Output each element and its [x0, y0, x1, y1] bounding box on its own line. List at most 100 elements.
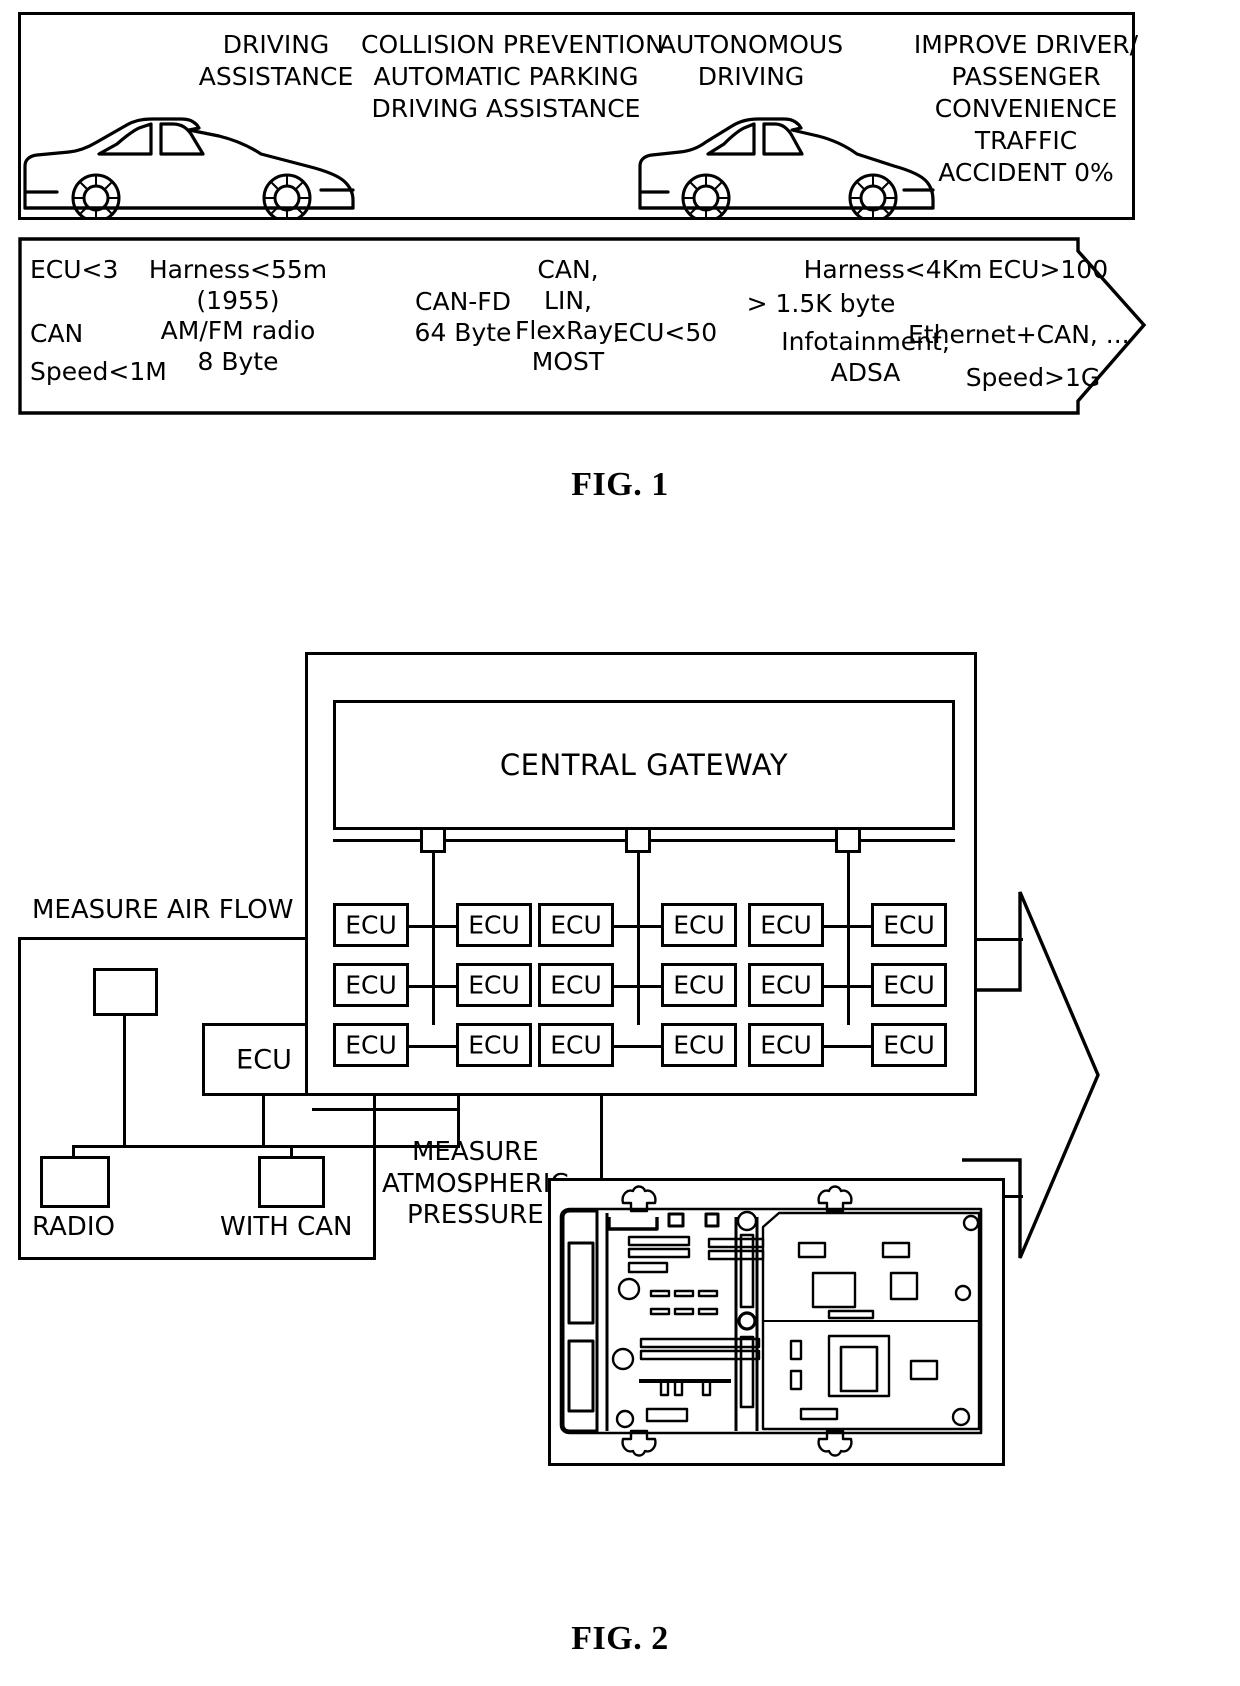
fig1-column-driving-assistance: DRIVING ASSISTANCE: [171, 29, 381, 93]
radio-label: RADIO: [32, 1212, 115, 1242]
ecu-label: ECU: [550, 970, 602, 1000]
fig1-caption: FIG. 1: [571, 466, 669, 503]
ecu-label: ECU: [345, 910, 397, 940]
fig2-diagram: MEASURE AIR FLOW ECU RADIO WITH CAN MEAS…: [0, 600, 1240, 1600]
ecu-label: ECU: [345, 1030, 397, 1060]
central-gateway-box: CENTRAL GATEWAY: [333, 700, 955, 830]
wire-atm-drop: [457, 1096, 460, 1146]
gateway-node-2: [625, 827, 651, 853]
arrow-era1-speed-l1: Speed<1M: [30, 357, 167, 386]
fig1-col2-line3: DRIVING ASSISTANCE: [371, 94, 641, 123]
fig1-col4-line3: CONVENIENCE: [934, 94, 1118, 123]
measure-atmospheric-pressure-label: MEASURE ATMOSPHERIC PRESSURE: [382, 1137, 569, 1232]
ecu-label: ECU: [345, 970, 397, 1000]
ecu-label: ECU: [760, 1030, 812, 1060]
arrow-era1-harness: Harness<55m (1955) AM/FM radio 8 Byte: [148, 255, 328, 377]
wire-bus-to-radio: [72, 1145, 75, 1158]
fig1-col4-line5: ACCIDENT 0%: [938, 158, 1114, 187]
arrow-era3-info-l2: ADSA: [830, 357, 901, 387]
arrow-era2-buses-l2: LIN,: [544, 285, 592, 315]
arrow-era2-ecu-l1: ECU<50: [612, 318, 718, 347]
with-can-label: WITH CAN: [220, 1212, 353, 1242]
wire-gateway-to-arrow: [977, 938, 1023, 941]
ecu-label: ECU: [550, 910, 602, 940]
arrow-era1-can: CAN: [30, 319, 83, 350]
node-drop-1: [432, 853, 435, 1025]
with-can-box: [258, 1156, 325, 1208]
ecu-label: ECU: [673, 910, 725, 940]
wire-ecu-to-bus: [262, 1093, 265, 1148]
ecu-r2-c3: ECU: [538, 963, 614, 1007]
ecu-r2-c2: ECU: [456, 963, 532, 1007]
ecu-r2-c1: ECU: [333, 963, 409, 1007]
ecu-r3-c1: ECU: [333, 1023, 409, 1067]
ecu-label: ECU: [760, 910, 812, 940]
arrow-era1-can-l1: CAN: [30, 319, 84, 348]
atm-line-2: ATMOSPHERIC: [382, 1168, 569, 1199]
ecu-r3-c3: ECU: [538, 1023, 614, 1067]
wire-gateway-to-pcb: [600, 1096, 603, 1178]
node-drop-2: [637, 853, 640, 1025]
ecu-r2-c4: ECU: [661, 963, 737, 1007]
ecu-r1-c3: ECU: [538, 903, 614, 947]
ecu-label: ECU: [468, 910, 520, 940]
wire-ecu-right: [312, 1108, 460, 1111]
arrow-era4-ecu: ECU>100: [973, 255, 1123, 286]
arrow-era4-speed-l1: Speed>1G: [965, 363, 1101, 392]
ecu-label: ECU: [673, 970, 725, 1000]
ecu-label: ECU: [883, 970, 935, 1000]
fig1-column-improve-driver: IMPROVE DRIVER/ PASSENGER CONVENIENCE TR…: [911, 29, 1141, 189]
ecu-r1-c5: ECU: [748, 903, 824, 947]
wire-pcb-to-arrow: [1005, 1195, 1023, 1198]
ecu-label: ECU: [468, 970, 520, 1000]
arrow-era1-ecu: ECU<3: [30, 255, 118, 286]
ecu-r3-c4: ECU: [661, 1023, 737, 1067]
arrow-era3-harness: Harness<4Km: [788, 255, 998, 286]
ecu-r3-c2: ECU: [456, 1023, 532, 1067]
ecu-label: ECU: [550, 1030, 602, 1060]
node-drop-3: [847, 853, 850, 1025]
wire-sensor-to-bus: [123, 1016, 126, 1148]
fig1-col2-line1: COLLISION PREVENTION: [361, 30, 664, 59]
arrow-era2-buses: CAN, LIN, FlexRay, MOST: [503, 255, 633, 377]
fig1-col3-line2: DRIVING: [697, 62, 805, 91]
arrow-era1-harness-l3: AM/FM radio: [160, 316, 316, 345]
arrow-era1-harness-l4: 8 Byte: [197, 346, 279, 376]
sedan-silhouette-left-icon: [23, 117, 355, 220]
atm-line-3: PRESSURE: [406, 1200, 544, 1231]
ecu-r1-c2: ECU: [456, 903, 532, 947]
arrow-era4-network: Ethernet+CAN, ...: [908, 320, 1130, 351]
ecu-label: ECU: [883, 910, 935, 940]
ecu-r3-c5: ECU: [748, 1023, 824, 1067]
ecu-label: ECU: [883, 1030, 935, 1060]
arrow-era3-payload-l1: > 1.5K byte: [746, 289, 896, 318]
ecu-circuit-board-photo: [548, 1178, 1005, 1466]
arrow-era3-harness-l1: Harness<4Km: [803, 255, 983, 284]
arrow-era1-ecu-l1: ECU<3: [30, 255, 119, 284]
arrow-era1-harness-l2: (1955): [196, 285, 280, 315]
arrow-era2-buses-l1: CAN,: [537, 255, 599, 284]
fig1-col4-line4: TRAFFIC: [974, 126, 1078, 155]
fig1-column-autonomous-driving: AUTONOMOUS DRIVING: [641, 29, 861, 93]
arrow-era4-network-l1: Ethernet+CAN, ...: [908, 320, 1130, 349]
fig1-col4-line2: PASSENGER: [951, 62, 1101, 91]
sedan-silhouette-right-icon: [638, 117, 935, 220]
fig1-col3-line1: AUTONOMOUS: [658, 30, 844, 59]
fig1-top-box: DRIVING ASSISTANCE COLLISION PREVENTION …: [18, 12, 1138, 220]
arrow-era2-buses-l4: MOST: [531, 346, 605, 376]
central-gateway-title: CENTRAL GATEWAY: [499, 748, 789, 782]
arrow-era3-payload: > 1.5K byte: [736, 289, 906, 320]
measure-air-flow-label: MEASURE AIR FLOW: [30, 895, 296, 925]
fig1-col4-line1: IMPROVE DRIVER/: [913, 30, 1139, 59]
wire-bus-to-atm: [290, 1145, 460, 1148]
fig1-timeline-arrow: ECU<3 CAN Speed<1M Harness<55m (1955) AM…: [18, 237, 1198, 417]
patent-figure-sheet: DRIVING ASSISTANCE COLLISION PREVENTION …: [0, 0, 1240, 1686]
fig1-column-collision-prevention: COLLISION PREVENTION AUTOMATIC PARKING D…: [361, 29, 664, 125]
arrow-era4-speed: Speed>1G: [958, 363, 1108, 394]
ecu-r1-c1: ECU: [333, 903, 409, 947]
arrow-era1-harness-l1: Harness<55m: [148, 255, 328, 284]
fig1-col1-line2: ASSISTANCE: [198, 62, 354, 91]
pcb-drawing: [559, 1185, 983, 1457]
gateway-node-3: [835, 827, 861, 853]
fig1-col1-line1: DRIVING: [222, 30, 330, 59]
